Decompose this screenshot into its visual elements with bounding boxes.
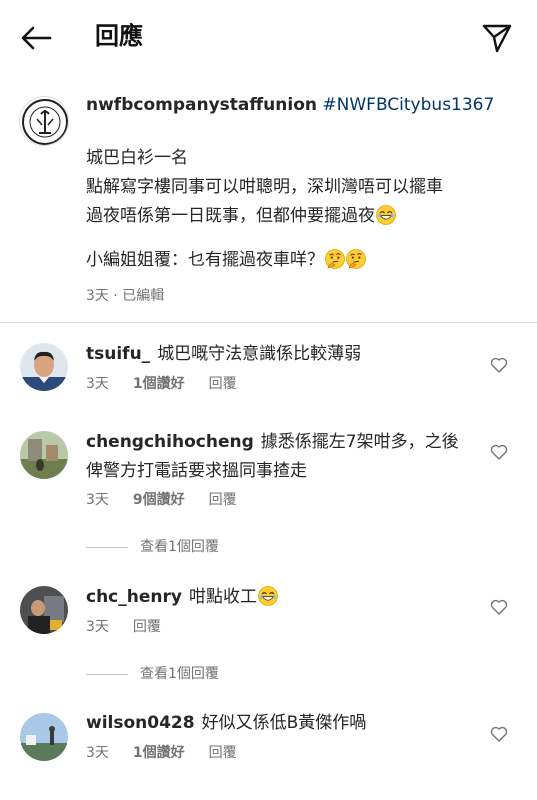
paper-plane-icon — [482, 24, 512, 53]
caption-line-text: 小編姐姐覆：乜有擺過夜車咩？ — [86, 250, 324, 270]
comment-username[interactable]: tsuifu_ — [86, 344, 150, 364]
view-replies-label: 查看1個回覆 — [140, 666, 219, 682]
likes-count[interactable]: 9個讚好 — [133, 492, 185, 508]
heart-icon[interactable] — [490, 726, 508, 742]
caption-hashtag[interactable]: #NWFBCitybus1367 — [322, 95, 494, 115]
comment-time: 3天 — [86, 492, 109, 508]
comment-text: chc_henry 咁點收工 — [86, 583, 481, 612]
likes-count[interactable]: 1個讚好 — [133, 745, 185, 761]
comment-meta: 3天 1個讚好 回覆 — [86, 373, 261, 395]
avatar[interactable] — [20, 431, 68, 479]
arrow-left-icon — [21, 26, 52, 50]
replies-rule — [86, 673, 128, 675]
avatar[interactable] — [20, 343, 68, 391]
reply-button[interactable]: 回覆 — [209, 376, 237, 392]
grinning-sweat-emoji-icon — [376, 205, 396, 225]
comment-username[interactable]: chengchihocheng — [86, 432, 254, 452]
caption-username[interactable]: nwfbcompanystaffunion — [86, 95, 317, 115]
top-bar: 回應 — [0, 0, 537, 76]
caption-header: nwfbcompanystaffunion #NWFBCitybus1367 — [86, 92, 494, 118]
page-title: 回應 — [95, 22, 143, 50]
thinking-emoji-icon — [325, 249, 345, 269]
divider — [0, 322, 537, 323]
caption-gap — [86, 231, 526, 246]
comment-body: 好似又係低B黃傑作喎 — [201, 713, 367, 733]
comment-time: 3天 — [86, 745, 109, 761]
meta-separator: · — [113, 288, 123, 304]
caption-avatar[interactable] — [19, 96, 69, 146]
share-button[interactable] — [481, 22, 513, 54]
reply-button[interactable]: 回覆 — [209, 492, 237, 508]
caption-line-text: 過夜唔係第一日既事，但都仲要擺過夜 — [86, 206, 375, 226]
caption-line: 小編姐姐覆：乜有擺過夜車咩？ — [86, 246, 526, 275]
user-photo-icon — [20, 586, 68, 634]
comment-meta: 3天 回覆 — [86, 616, 185, 638]
heart-icon[interactable] — [490, 444, 508, 460]
avatar[interactable] — [20, 586, 68, 634]
replies-rule — [86, 546, 128, 548]
comment-body: 城巴嘅守法意識係比較薄弱 — [157, 344, 362, 364]
comment-body: 俾警方打電話要求搵同事揸走 — [86, 461, 307, 481]
caption-line: 城巴白衫一名 — [86, 148, 188, 168]
comment-text: chengchihocheng 據悉係擺左7架咁多，之後 俾警方打電話要求搵同事揸… — [86, 428, 481, 486]
caption-text: 城巴白衫一名 點解寫字樓同事可以咁聰明，深圳灣唔可以擺車 過夜唔係第一日既事，但… — [86, 144, 526, 275]
comment-username[interactable]: wilson0428 — [86, 713, 195, 733]
thinking-emoji-icon — [346, 249, 366, 269]
caption-line: 過夜唔係第一日既事，但都仲要擺過夜 — [86, 202, 526, 231]
comment-meta: 3天 9個讚好 回覆 — [86, 489, 261, 511]
comment-body: 咁點收工 — [188, 587, 257, 607]
comment-text: wilson0428 好似又係低B黃傑作喎 — [86, 709, 481, 738]
grinning-sweat-emoji-icon — [258, 586, 278, 606]
comment-body: 據悉係擺左7架咁多，之後 — [260, 432, 459, 452]
caption-meta: 3天 · 已編輯 — [86, 284, 164, 308]
heart-icon[interactable] — [490, 599, 508, 615]
user-photo-icon — [20, 431, 68, 479]
avatar[interactable] — [20, 713, 68, 761]
view-replies-button[interactable]: 查看1個回覆 — [86, 663, 219, 685]
likes-count[interactable]: 1個讚好 — [133, 376, 185, 392]
comment-time: 3天 — [86, 619, 109, 635]
comment-meta: 3天 1個讚好 回覆 — [86, 742, 261, 764]
heart-icon[interactable] — [490, 357, 508, 373]
back-button[interactable] — [18, 22, 54, 54]
comment-username[interactable]: chc_henry — [86, 587, 182, 607]
comment-text: tsuifu_ 城巴嘅守法意識係比較薄弱 — [86, 340, 481, 369]
user-photo-icon — [20, 343, 68, 391]
caption-line: 點解寫字樓同事可以咁聰明，深圳灣唔可以擺車 — [86, 177, 443, 197]
comment-time: 3天 — [86, 376, 109, 392]
union-logo-icon — [22, 99, 68, 145]
reply-button[interactable]: 回覆 — [133, 619, 161, 635]
caption-edited: 已編輯 — [122, 288, 165, 304]
caption-time: 3天 — [86, 288, 109, 304]
reply-button[interactable]: 回覆 — [209, 745, 237, 761]
view-replies-label: 查看1個回覆 — [140, 539, 219, 555]
user-photo-icon — [20, 713, 68, 761]
view-replies-button[interactable]: 查看1個回覆 — [86, 536, 219, 558]
